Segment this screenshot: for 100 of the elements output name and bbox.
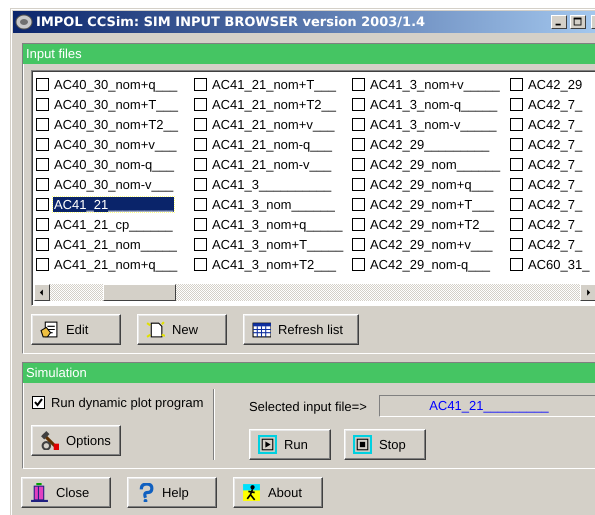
file-name[interactable]: AC42_29_________: [369, 136, 490, 152]
file-name[interactable]: AC42_7_: [527, 216, 584, 232]
file-name[interactable]: AC42_7_: [527, 136, 584, 152]
checkbox[interactable]: [352, 218, 365, 230]
checkbox[interactable]: [36, 178, 49, 190]
file-name[interactable]: AC40_30_nom+T2__: [53, 116, 179, 132]
file-name[interactable]: AC41_21_nom-q___: [211, 136, 333, 152]
checkbox[interactable]: [194, 238, 207, 250]
file-name[interactable]: AC42_7_: [527, 116, 584, 132]
door-exit-icon: [30, 483, 49, 502]
file-name[interactable]: AC42_7_: [527, 176, 584, 192]
options-button[interactable]: Options: [31, 425, 121, 456]
checkbox[interactable]: [510, 98, 523, 110]
file-name[interactable]: AC42_7_: [527, 196, 584, 212]
checkbox[interactable]: [32, 396, 45, 409]
checkbox[interactable]: [194, 178, 207, 190]
checkbox[interactable]: [194, 138, 207, 150]
file-name[interactable]: AC41_3__________: [211, 176, 332, 192]
file-name[interactable]: AC40_30_nom+T___: [53, 96, 179, 112]
file-name[interactable]: AC40_30_nom+v___: [53, 136, 178, 152]
checkbox[interactable]: [352, 118, 365, 130]
file-name[interactable]: AC42_29: [527, 76, 584, 92]
file-name[interactable]: AC40_30_nom-v___: [53, 176, 174, 192]
checkbox[interactable]: [36, 118, 49, 130]
file-name[interactable]: AC42_29_nom-q___: [369, 256, 491, 272]
file-name[interactable]: AC41_3_nom+q_____: [211, 216, 344, 232]
checkbox[interactable]: [36, 198, 49, 210]
file-name[interactable]: AC42_29_nom+v___: [369, 236, 494, 252]
hammer-wrench-icon: [40, 431, 59, 450]
checkbox[interactable]: [36, 238, 49, 250]
checkbox[interactable]: [194, 98, 207, 110]
file-name[interactable]: AC41_21_nom_____: [53, 236, 178, 252]
file-name[interactable]: AC42_29_nom+q___: [369, 176, 494, 192]
file-name[interactable]: AC42_7_: [527, 96, 584, 112]
checkbox[interactable]: [510, 178, 523, 190]
file-name[interactable]: AC41_3_nom-q_____: [369, 96, 498, 112]
file-name[interactable]: AC41_21_nom+v___: [211, 116, 336, 132]
checkbox[interactable]: [352, 238, 365, 250]
checkbox-label[interactable]: Run dynamic plot program: [51, 395, 204, 410]
scrollbar-thumb[interactable]: [103, 284, 176, 301]
edit-button[interactable]: Edit: [31, 314, 121, 345]
table-icon: [252, 320, 271, 339]
file-name[interactable]: AC42_29_nom+T___: [369, 196, 495, 212]
file-name[interactable]: AC42_7_: [527, 236, 584, 252]
checkbox[interactable]: [352, 178, 365, 190]
checkbox[interactable]: [510, 118, 523, 130]
file-name[interactable]: AC41_3_nom______: [211, 196, 336, 212]
file-name[interactable]: AC41_21_cp______: [53, 216, 174, 232]
checkbox[interactable]: [352, 198, 365, 210]
file-name[interactable]: AC41_3_nom+v_____: [369, 76, 501, 92]
about-button[interactable]: About: [233, 477, 323, 508]
file-name[interactable]: AC40_30_nom-q___: [53, 156, 175, 172]
checkbox[interactable]: [194, 158, 207, 170]
file-name[interactable]: AC42_29_nom+T2__: [369, 216, 495, 232]
checkbox[interactable]: [510, 138, 523, 150]
checkbox[interactable]: [510, 78, 523, 90]
checkbox[interactable]: [352, 158, 365, 170]
checkbox[interactable]: [510, 258, 523, 270]
checkbox[interactable]: [194, 198, 207, 210]
file-name[interactable]: AC41_3_nom-v_____: [369, 116, 498, 132]
file-name[interactable]: AC42_29_nom______: [369, 156, 502, 172]
file-name[interactable]: AC41_21_nom-v___: [211, 156, 332, 172]
checkbox[interactable]: [194, 258, 207, 270]
checkbox[interactable]: [194, 118, 207, 130]
checkbox[interactable]: [36, 138, 49, 150]
checkbox[interactable]: [510, 238, 523, 250]
checkbox[interactable]: [194, 78, 207, 90]
file-name[interactable]: AC60_31_: [527, 256, 590, 272]
file-name[interactable]: AC41_21_nom+q___: [53, 256, 178, 272]
checkbox[interactable]: [352, 78, 365, 90]
checkbox[interactable]: [510, 198, 523, 210]
file-name[interactable]: AC41_21_________: [53, 196, 174, 212]
checkbox[interactable]: [36, 98, 49, 110]
checkbox[interactable]: [352, 98, 365, 110]
run-button[interactable]: Run: [249, 429, 331, 460]
file-name[interactable]: AC41_21_nom+T2__: [211, 96, 337, 112]
close-button[interactable]: Close: [21, 477, 111, 508]
file-name[interactable]: AC42_7_: [527, 156, 584, 172]
file-name[interactable]: AC40_30_nom+q___: [53, 76, 178, 92]
checkbox[interactable]: [352, 138, 365, 150]
checkbox[interactable]: [36, 218, 49, 230]
checkbox[interactable]: [510, 158, 523, 170]
refresh-button[interactable]: Refresh list: [243, 314, 359, 345]
help-button[interactable]: Help: [127, 477, 217, 508]
checkbox[interactable]: [36, 78, 49, 90]
file-name[interactable]: AC41_21_nom+T___: [211, 76, 337, 92]
checkbox[interactable]: [352, 258, 365, 270]
window-title: IMPOL CCSim: SIM INPUT BROWSER version 2003/1.4: [36, 14, 426, 30]
checkbox[interactable]: [36, 158, 49, 170]
minimize-button[interactable]: [551, 15, 567, 29]
maximize-button[interactable]: [570, 15, 586, 29]
file-name[interactable]: AC41_3_nom+T_____: [211, 236, 344, 252]
checkbox[interactable]: [510, 218, 523, 230]
stop-icon: [353, 435, 372, 454]
horizontal-scrollbar[interactable]: [34, 284, 595, 301]
new-button[interactable]: New: [137, 314, 227, 345]
stop-button[interactable]: Stop: [344, 429, 426, 460]
checkbox[interactable]: [36, 258, 49, 270]
checkbox[interactable]: [194, 218, 207, 230]
file-name[interactable]: AC41_3_nom+T2___: [211, 256, 337, 272]
